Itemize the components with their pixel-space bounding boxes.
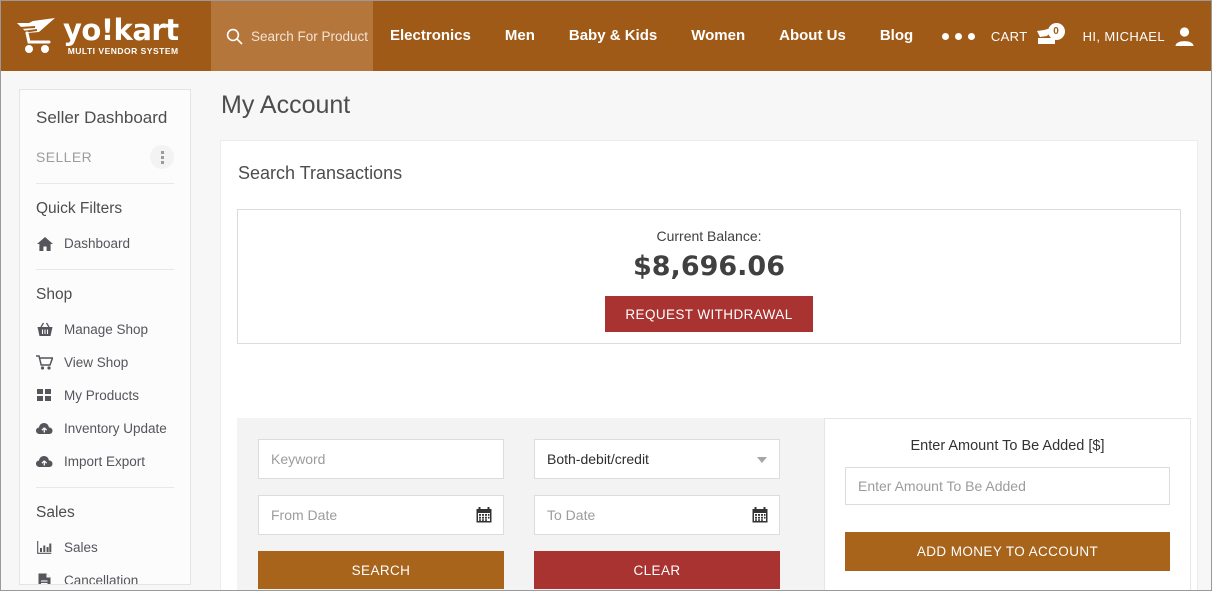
sidebar-item-label: Cancellation — [64, 573, 139, 585]
request-withdrawal-button[interactable]: REQUEST WITHDRAWAL — [605, 296, 813, 332]
sidebar-item-label: Manage Shop — [64, 322, 149, 337]
shopping-cart-icon — [36, 355, 53, 370]
balance-label: Current Balance: — [656, 228, 762, 244]
kebab-menu-icon[interactable] — [150, 145, 174, 169]
sidebar-item-view-shop[interactable]: View Shop — [36, 346, 174, 379]
keyword-placeholder: Keyword — [271, 451, 326, 467]
filter-row-1: Keyword Both-debit/credit — [258, 439, 780, 479]
main-content: My Account Search Transactions Current B… — [207, 71, 1211, 590]
site-header: yo!kart MULTI VENDOR SYSTEM Search For P… — [1, 1, 1211, 71]
ellipsis-icon[interactable] — [930, 1, 987, 71]
cart-count-badge: 0 — [1047, 23, 1065, 40]
add-money-label: Enter Amount To Be Added [$] — [910, 438, 1105, 454]
basket-icon — [36, 322, 53, 337]
sidebar-item-label: View Shop — [64, 355, 129, 370]
sidebar-item-label: Inventory Update — [64, 421, 167, 436]
nav-item-women[interactable]: Women — [674, 1, 762, 71]
header-right-actions: CART 0 HI, MICHAEL — [991, 1, 1211, 71]
sidebar-item-inventory-update[interactable]: Inventory Update — [36, 412, 174, 445]
add-money-panel: Enter Amount To Be Added [$] Enter Amoun… — [824, 418, 1191, 590]
nav-item-blog[interactable]: Blog — [863, 1, 930, 71]
document-icon — [36, 573, 53, 584]
sidebar-item-manage-shop[interactable]: Manage Shop — [36, 313, 174, 346]
nav-item-about-us[interactable]: About Us — [762, 1, 863, 71]
filter-row-2: From Date To Date — [258, 495, 780, 535]
filter-actions: SEARCH CLEAR — [258, 551, 780, 589]
site-logo[interactable]: yo!kart MULTI VENDOR SYSTEM — [1, 1, 211, 71]
amount-input[interactable]: Enter Amount To Be Added — [845, 467, 1170, 505]
nav-item-men[interactable]: Men — [488, 1, 552, 71]
filters-group: Keyword Both-debit/credit From Date To D… — [258, 439, 780, 589]
search-icon — [226, 28, 243, 45]
seller-name: SELLER — [36, 149, 93, 165]
sidebar-divider — [36, 487, 174, 488]
sidebar-title: Seller Dashboard — [36, 108, 168, 127]
calendar-icon[interactable] — [476, 507, 492, 528]
grid-icon — [36, 389, 53, 402]
amount-placeholder: Enter Amount To Be Added — [858, 478, 1026, 494]
sidebar-group-shop: Shop — [36, 286, 73, 303]
sidebar-item-label: Dashboard — [64, 236, 131, 251]
shopping-cart-icon — [17, 18, 55, 53]
sidebar-item-my-products[interactable]: My Products — [36, 379, 174, 412]
page-title: My Account — [221, 91, 351, 119]
to-date-placeholder: To Date — [547, 507, 596, 523]
home-icon — [36, 236, 53, 251]
main-navigation: Electronics Men Baby & Kids Women About … — [373, 1, 987, 71]
current-balance-panel: Current Balance: $8,696.06 REQUEST WITHD… — [237, 209, 1181, 344]
cart-button[interactable]: CART 0 — [990, 23, 1065, 47]
cloud-upload-icon — [36, 422, 53, 435]
to-date-input[interactable]: To Date — [534, 495, 780, 535]
logo-tagline: MULTI VENDOR SYSTEM — [67, 46, 179, 57]
cart-label: CART — [990, 28, 1028, 44]
sidebar-item-label: Sales — [64, 540, 98, 555]
chevron-down-icon — [757, 457, 767, 463]
from-date-placeholder: From Date — [271, 507, 338, 523]
user-menu[interactable]: HI, MICHAEL — [1083, 26, 1195, 47]
app-window: yo!kart MULTI VENDOR SYSTEM Search For P… — [0, 0, 1212, 591]
from-date-input[interactable]: From Date — [258, 495, 504, 535]
sidebar-item-label: My Products — [64, 388, 140, 403]
user-avatar-icon — [1175, 26, 1194, 46]
search-placeholder: Search For Product — [251, 28, 369, 44]
transaction-type-select[interactable]: Both-debit/credit — [534, 439, 780, 479]
bar-chart-icon — [36, 541, 53, 554]
logo-name: yo!kart — [63, 13, 179, 48]
sidebar-item-label: Import Export — [64, 454, 146, 469]
nav-item-baby-kids[interactable]: Baby & Kids — [552, 1, 674, 71]
sidebar-group-quick-filters: Quick Filters — [36, 200, 123, 217]
keyword-input[interactable]: Keyword — [258, 439, 504, 479]
clear-button[interactable]: CLEAR — [534, 551, 780, 589]
search-input[interactable]: Search For Product — [211, 1, 373, 71]
user-greeting: HI, MICHAEL — [1082, 28, 1165, 44]
search-transactions-card: Search Transactions Current Balance: $8,… — [220, 140, 1198, 590]
search-button[interactable]: SEARCH — [258, 551, 504, 589]
sidebar-seller-row: SELLER — [36, 145, 174, 184]
add-money-button[interactable]: ADD MONEY TO ACCOUNT — [845, 532, 1170, 571]
sidebar-item-dashboard[interactable]: Dashboard — [36, 227, 174, 260]
sidebar-group-sales: Sales — [36, 504, 75, 521]
calendar-icon[interactable] — [752, 507, 768, 528]
sidebar-divider — [36, 269, 174, 270]
sidebar-item-import-export[interactable]: Import Export — [36, 445, 174, 478]
balance-amount: $8,696.06 — [632, 251, 786, 282]
sidebar-item-sales[interactable]: Sales — [36, 531, 174, 564]
transaction-filter-panel: Keyword Both-debit/credit From Date To D… — [237, 418, 1191, 590]
seller-sidebar: Seller Dashboard SELLER Quick Filters Da… — [19, 89, 191, 585]
cloud-upload-icon — [36, 455, 53, 468]
card-heading: Search Transactions — [238, 163, 403, 183]
sidebar-item-cancellation[interactable]: Cancellation — [36, 564, 174, 585]
nav-item-electronics[interactable]: Electronics — [373, 1, 488, 71]
transaction-type-value: Both-debit/credit — [547, 451, 649, 467]
